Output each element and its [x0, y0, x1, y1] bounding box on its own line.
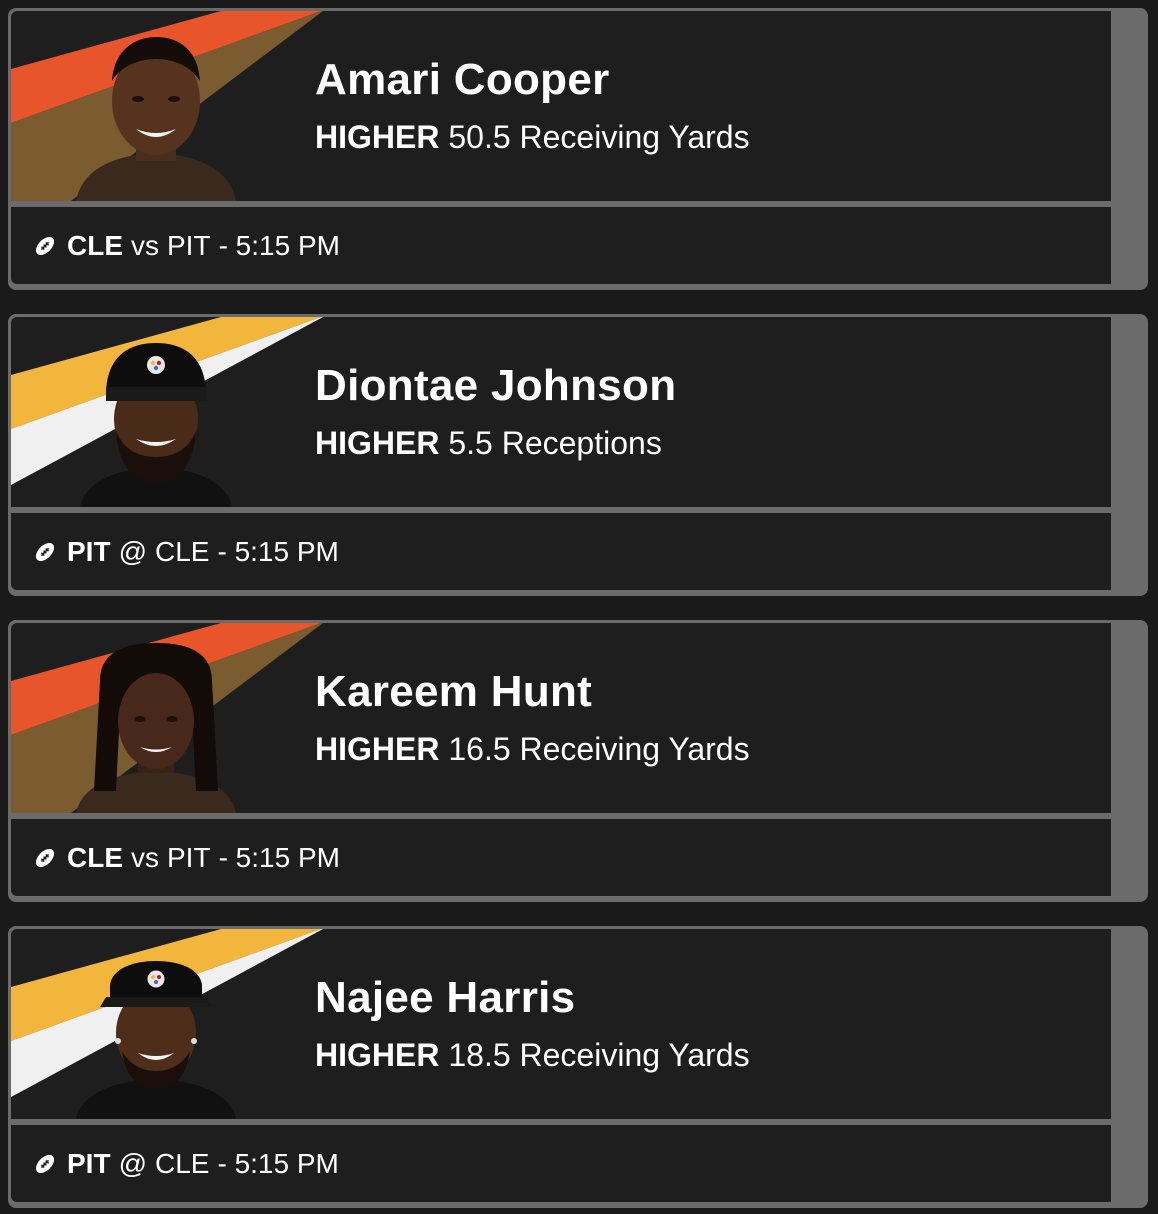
game-info: PIT @ CLE - 5:15 PM — [11, 513, 1111, 590]
pick-card[interactable]: Diontae Johnson HIGHER 5.5 Receptions PI… — [8, 314, 1148, 596]
matchup-separator: vs — [131, 230, 159, 261]
matchup-separator: @ — [118, 536, 147, 567]
prop-stat: Receiving Yards — [519, 1037, 750, 1073]
prop-value: 18.5 — [448, 1037, 511, 1073]
matchup-row: PIT @ CLE - 5:15 PM — [33, 1147, 339, 1181]
player-team: PIT — [67, 1148, 111, 1179]
football-icon — [35, 236, 55, 256]
matchup-row: CLE vs PIT - 5:15 PM — [33, 229, 340, 263]
prop-direction: HIGHER — [315, 425, 440, 461]
football-icon — [35, 542, 55, 562]
prop-stat: Receiving Yards — [519, 731, 750, 767]
football-icon — [35, 848, 55, 868]
prop-value: 16.5 — [448, 731, 511, 767]
player-header: Amari Cooper HIGHER 50.5 Receiving Yards — [11, 11, 1111, 201]
matchup-row: PIT @ CLE - 5:15 PM — [33, 535, 339, 569]
prop-direction: HIGHER — [315, 731, 440, 767]
prop-stat: Receptions — [501, 425, 662, 461]
opponent-team: PIT — [167, 230, 211, 261]
pick-list: Amari Cooper HIGHER 50.5 Receiving Yards — [0, 0, 1158, 1214]
player-name: Amari Cooper — [315, 55, 610, 104]
football-icon — [35, 1154, 55, 1174]
player-name: Diontae Johnson — [315, 361, 677, 410]
pick-card[interactable]: Amari Cooper HIGHER 50.5 Receiving Yards — [8, 8, 1148, 290]
game-info: CLE vs PIT - 5:15 PM — [11, 819, 1111, 896]
pick-card[interactable]: Kareem Hunt HIGHER 16.5 Receiving Yards — [8, 620, 1148, 902]
prop-value: 5.5 — [448, 425, 493, 461]
prop-line: HIGHER 16.5 Receiving Yards — [315, 731, 750, 768]
player-headshot — [76, 961, 236, 1119]
game-info: PIT @ CLE - 5:15 PM — [11, 1125, 1111, 1202]
opponent-team: CLE — [155, 1148, 210, 1179]
player-header: Najee Harris HIGHER 18.5 Receiving Yards — [11, 929, 1111, 1119]
matchup-row: CLE vs PIT - 5:15 PM — [33, 841, 340, 875]
prop-line: HIGHER 50.5 Receiving Yards — [315, 119, 750, 156]
game-time: - 5:15 PM — [217, 1148, 339, 1179]
opponent-team: CLE — [155, 536, 210, 567]
game-time: - 5:15 PM — [217, 536, 339, 567]
player-header: Kareem Hunt HIGHER 16.5 Receiving Yards — [11, 623, 1111, 813]
game-time: - 5:15 PM — [218, 842, 340, 873]
player-team: CLE — [67, 230, 123, 261]
player-team: PIT — [67, 536, 111, 567]
player-name: Najee Harris — [315, 973, 576, 1022]
prop-stat: Receiving Yards — [519, 119, 750, 155]
player-name: Kareem Hunt — [315, 667, 593, 716]
player-team: CLE — [67, 842, 123, 873]
prop-value: 50.5 — [448, 119, 511, 155]
player-headshot — [80, 343, 232, 507]
pick-card[interactable]: Najee Harris HIGHER 18.5 Receiving Yards — [8, 926, 1148, 1208]
matchup-separator: vs — [131, 842, 159, 873]
matchup-separator: @ — [118, 1148, 147, 1179]
prop-direction: HIGHER — [315, 119, 440, 155]
game-time: - 5:15 PM — [218, 230, 340, 261]
prop-line: HIGHER 5.5 Receptions — [315, 425, 662, 462]
player-headshot — [76, 643, 236, 813]
prop-line: HIGHER 18.5 Receiving Yards — [315, 1037, 750, 1074]
game-info: CLE vs PIT - 5:15 PM — [11, 207, 1111, 284]
opponent-team: PIT — [167, 842, 211, 873]
player-header: Diontae Johnson HIGHER 5.5 Receptions — [11, 317, 1111, 507]
player-headshot — [76, 37, 236, 201]
prop-direction: HIGHER — [315, 1037, 440, 1073]
